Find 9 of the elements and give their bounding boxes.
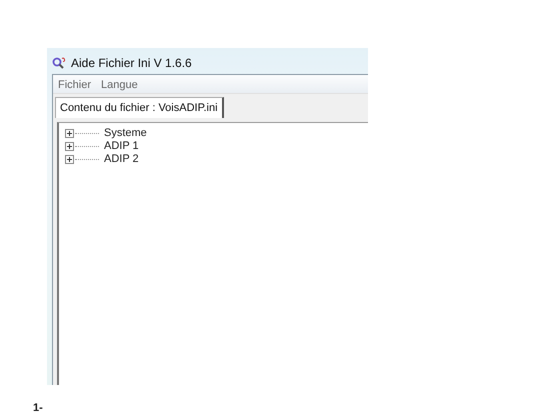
expand-icon[interactable]	[65, 129, 74, 138]
expand-icon[interactable]	[65, 155, 74, 164]
expand-icon[interactable]	[65, 142, 74, 151]
file-tab[interactable]: Contenu du fichier : VoisADIP.ini	[55, 97, 224, 118]
caption-text: 1-	[33, 401, 43, 416]
menu-item[interactable]: Fichier	[58, 77, 92, 91]
window-title: Aide Fichier Ini V 1.6.6	[71, 55, 192, 72]
menu-item[interactable]: Langue	[101, 77, 138, 91]
magnifier-icon	[52, 56, 66, 70]
